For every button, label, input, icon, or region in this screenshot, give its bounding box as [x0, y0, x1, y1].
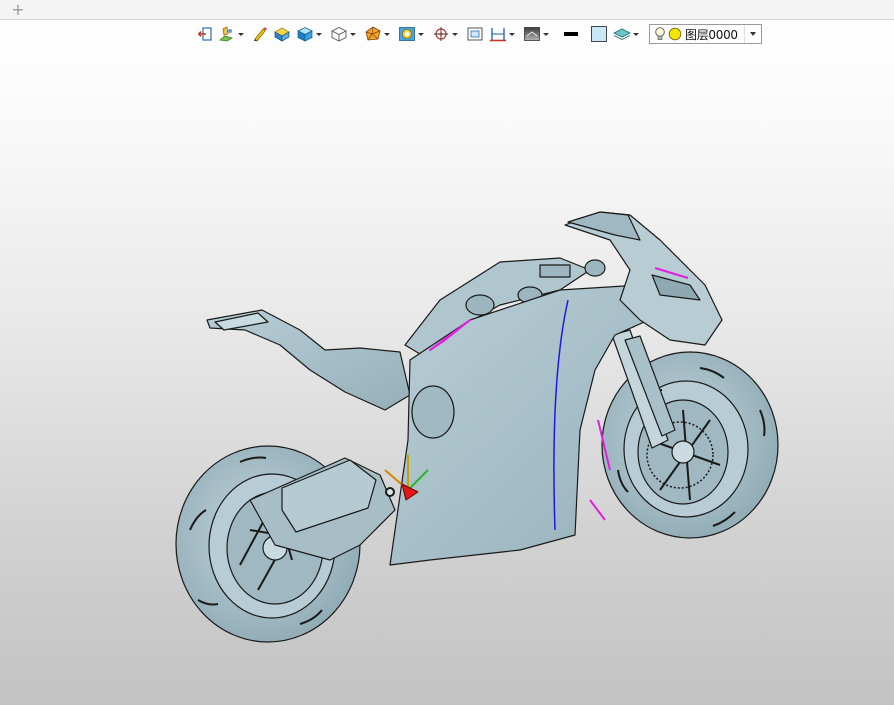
display-mode-button[interactable]	[295, 23, 326, 45]
plus-icon: +	[11, 0, 25, 19]
box-shape-icon	[274, 27, 290, 42]
snap-point-button[interactable]	[431, 23, 462, 45]
target-icon	[434, 27, 448, 41]
chevron-down-icon	[238, 32, 244, 36]
chevron-down-icon	[316, 32, 322, 36]
chevron-down-icon	[509, 32, 515, 36]
layers-icon	[613, 28, 631, 41]
fairing-vent[interactable]	[411, 385, 455, 439]
3d-viewport[interactable]	[0, 50, 894, 705]
exit-icon	[197, 27, 212, 41]
appearance-icon	[399, 27, 415, 41]
frame-view-button[interactable]	[465, 23, 485, 45]
edit-tool-button[interactable]	[251, 23, 269, 45]
render-style-button[interactable]	[363, 23, 394, 45]
shaded-cube-icon	[297, 27, 313, 42]
chevron-down-icon	[350, 32, 356, 36]
frame-icon	[467, 27, 483, 41]
pencil-icon	[254, 27, 267, 42]
appearance-button[interactable]	[397, 23, 428, 45]
chevron-down-icon	[543, 32, 549, 36]
chevron-down-icon[interactable]	[744, 25, 761, 43]
add-tab-button[interactable]: +	[10, 0, 26, 19]
layer-select[interactable]: 图层0000	[649, 24, 762, 44]
background-button[interactable]	[522, 23, 553, 45]
layer-name: 图层0000	[685, 27, 738, 42]
line-color-icon	[564, 32, 578, 36]
dimension-icon	[490, 28, 506, 42]
view-toolbar: 图层0000	[196, 23, 762, 45]
line-color-button[interactable]	[562, 23, 580, 45]
wire-cube-icon	[331, 26, 347, 42]
dimension-button[interactable]	[488, 23, 519, 45]
face-color-button[interactable]	[589, 23, 609, 45]
motorcycle-3d-model[interactable]	[175, 211, 779, 643]
background-icon	[524, 27, 540, 41]
exit-sketch-button[interactable]	[196, 23, 214, 45]
chevron-down-icon	[633, 32, 639, 36]
sketch-icon	[219, 26, 233, 42]
chevron-down-icon	[418, 32, 424, 36]
face-color-icon	[591, 26, 607, 42]
view-orientation-button[interactable]	[329, 23, 360, 45]
sketch-tools-button[interactable]	[217, 23, 248, 45]
tab-bar: +	[0, 0, 894, 20]
yellow-circle-icon[interactable]	[668, 27, 682, 41]
layer-manager-button[interactable]	[612, 23, 643, 45]
polyhedron-icon	[365, 26, 381, 41]
lightbulb-icon[interactable]	[654, 26, 666, 42]
chevron-down-icon	[452, 32, 458, 36]
solid-shape-button[interactable]	[272, 23, 292, 45]
chevron-down-icon	[384, 32, 390, 36]
